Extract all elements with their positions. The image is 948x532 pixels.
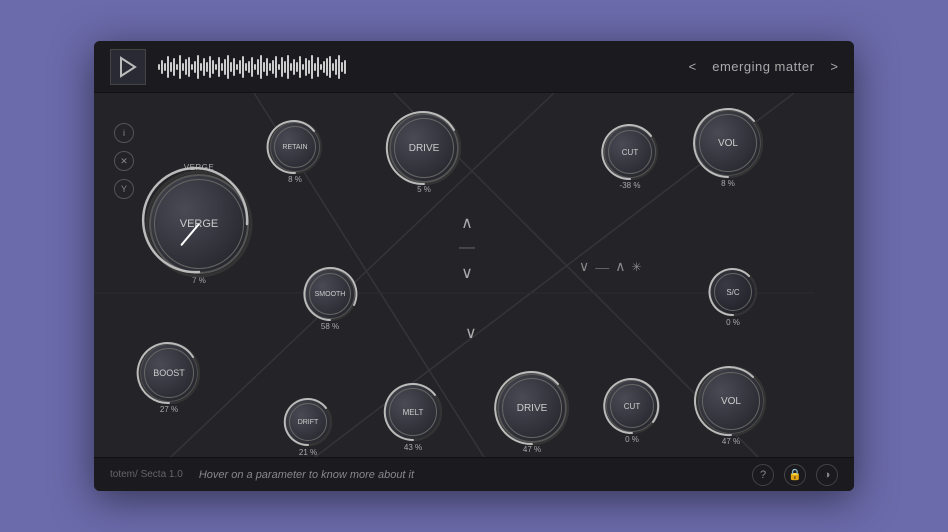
- drift-arc: [280, 394, 336, 450]
- preset-name: emerging matter: [712, 59, 814, 74]
- smooth-arc: [299, 263, 361, 325]
- drive-bot-arc: [490, 366, 574, 450]
- waveform-display: [158, 51, 689, 83]
- main-content: i ✕ Y VERGE VERGE 7 %: [94, 93, 854, 457]
- drive-bot-knob-container: DRIVE 47 %: [497, 373, 567, 454]
- logo: [110, 49, 146, 85]
- header: < emerging matter >: [94, 41, 854, 93]
- drift-knob-container: DRIFT 21 %: [284, 398, 332, 457]
- down-v-button[interactable]: ∨: [579, 258, 589, 275]
- prev-preset-button[interactable]: <: [689, 59, 697, 74]
- up-arrow-button[interactable]: ∧: [461, 213, 473, 233]
- boost-arc: [133, 337, 205, 409]
- left-icons: i ✕ Y: [114, 103, 134, 447]
- cut-top-arc: [598, 120, 662, 184]
- cut-top-knob-container: CUT -38 %: [603, 125, 657, 190]
- waveform-bars: [158, 53, 346, 81]
- info-icon[interactable]: i: [114, 123, 134, 143]
- next-preset-button[interactable]: >: [830, 59, 838, 74]
- sc-arc: [705, 264, 761, 320]
- dash-line: —: [459, 239, 475, 257]
- down-arrow-button[interactable]: ∨: [461, 263, 473, 283]
- verge-arc: [141, 166, 257, 282]
- vol-bot-knob-container: VOL 47 %: [697, 367, 765, 446]
- cut-bot-arc: [600, 374, 664, 438]
- footer-right: ? 🔒 ◑: [752, 464, 838, 486]
- vol-bot-arc: [691, 361, 771, 441]
- vol-top-knob-container: VOL 8 %: [694, 109, 762, 188]
- brand-label: totem/ Secta 1.0: [110, 469, 183, 480]
- right-arrows: ∨ — ∧ ✳: [579, 258, 642, 275]
- verge-knob-container: VERGE VERGE 7 %: [149, 163, 249, 285]
- up-caret-button[interactable]: ∧: [615, 258, 625, 275]
- plugin-window: < emerging matter > i ✕ Y VERGE: [94, 41, 854, 491]
- melt-knob-container: MELT 43 %: [384, 383, 442, 452]
- down-center-button[interactable]: ∨: [465, 323, 477, 343]
- vol-top-arc: [688, 103, 768, 183]
- footer: totem/ Secta 1.0 Hover on a parameter to…: [94, 457, 854, 491]
- y-icon[interactable]: Y: [114, 179, 134, 199]
- retain-knob-container: RETAIN 8 %: [269, 121, 321, 184]
- melt-arc: [379, 378, 447, 446]
- dash2: —: [595, 259, 609, 275]
- drive-top-arc: [382, 106, 466, 190]
- theme-icon[interactable]: ◑: [816, 464, 838, 486]
- boost-knob-container: BOOST 27 %: [139, 343, 199, 414]
- retain-arc: [264, 116, 326, 178]
- smooth-knob-container: SMOOTH 58 %: [304, 268, 356, 331]
- x-icon[interactable]: ✕: [114, 151, 134, 171]
- preset-navigation: < emerging matter >: [689, 59, 838, 74]
- footer-left: totem/ Secta 1.0 Hover on a parameter to…: [110, 469, 414, 481]
- hint-label: Hover on a parameter to know more about …: [199, 469, 414, 481]
- lock-icon[interactable]: 🔒: [784, 464, 806, 486]
- drive-top-knob-container: DRIVE 5 %: [389, 113, 459, 194]
- controls-wrapper: VERGE VERGE 7 %: [149, 103, 829, 447]
- help-icon[interactable]: ?: [752, 464, 774, 486]
- down-arrow-center: ∨: [465, 323, 477, 343]
- cut-bot-knob-container: CUT 0 %: [605, 379, 659, 444]
- star-icon[interactable]: ✳: [632, 260, 642, 274]
- sc-knob-container: S/C 0 %: [709, 268, 757, 327]
- center-controls: ∧ — ∨: [459, 213, 475, 283]
